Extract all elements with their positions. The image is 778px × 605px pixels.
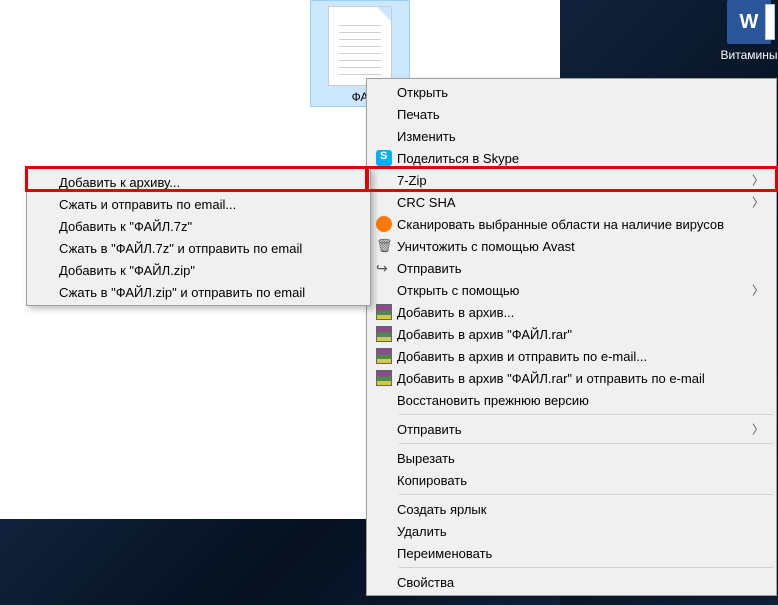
menu-properties[interactable]: Свойства — [369, 571, 774, 593]
chevron-right-icon: 〉 — [752, 421, 764, 438]
menu-delete[interactable]: Удалить — [369, 520, 774, 542]
desktop-file-word[interactable]: W Витамины — [720, 0, 778, 62]
submenu-compress-7z-email[interactable]: Сжать в "ФАЙЛ.7z" и отправить по email — [29, 237, 368, 259]
menu-scan[interactable]: Сканировать выбранные области на наличие… — [369, 213, 774, 235]
share-icon — [376, 260, 392, 276]
skype-icon — [376, 150, 392, 166]
text-file-icon — [328, 6, 392, 86]
trash-icon — [376, 238, 392, 254]
menu-avast-delete[interactable]: Уничтожить с помощью Avast — [369, 235, 774, 257]
winrar-icon — [376, 304, 392, 320]
menu-skype[interactable]: Поделиться в Skype — [369, 147, 774, 169]
menu-rename[interactable]: Переименовать — [369, 542, 774, 564]
word-icon: W — [727, 0, 771, 44]
submenu-compress-zip-email[interactable]: Сжать в "ФАЙЛ.zip" и отправить по email — [29, 281, 368, 303]
menu-rar-add[interactable]: Добавить в архив... — [369, 301, 774, 323]
chevron-right-icon: 〉 — [752, 282, 764, 299]
menu-rar-email[interactable]: Добавить в архив и отправить по e-mail..… — [369, 345, 774, 367]
menu-separator — [399, 494, 773, 495]
menu-7zip[interactable]: 7-Zip〉 — [369, 169, 774, 191]
submenu-add-zip[interactable]: Добавить к "ФАЙЛ.zip" — [29, 259, 368, 281]
context-menu: Открыть Печать Изменить Поделиться в Sky… — [366, 78, 777, 596]
menu-print[interactable]: Печать — [369, 103, 774, 125]
menu-rar-email-named[interactable]: Добавить в архив "ФАЙЛ.rar" и отправить … — [369, 367, 774, 389]
winrar-icon — [376, 348, 392, 364]
menu-edit[interactable]: Изменить — [369, 125, 774, 147]
menu-rar-add-named[interactable]: Добавить в архив "ФАЙЛ.rar" — [369, 323, 774, 345]
winrar-icon — [376, 370, 392, 386]
file-label: Витамины — [720, 48, 778, 62]
submenu-add-7z[interactable]: Добавить к "ФАЙЛ.7z" — [29, 215, 368, 237]
menu-restore[interactable]: Восстановить прежнюю версию — [369, 389, 774, 411]
submenu-add-archive[interactable]: Добавить к архиву... — [29, 171, 368, 193]
menu-open-with[interactable]: Открыть с помощью〉 — [369, 279, 774, 301]
menu-separator — [399, 567, 773, 568]
chevron-right-icon: 〉 — [752, 194, 764, 211]
submenu-7zip: Добавить к архиву... Сжать и отправить п… — [26, 168, 371, 306]
menu-copy[interactable]: Копировать — [369, 469, 774, 491]
menu-open[interactable]: Открыть — [369, 81, 774, 103]
menu-crc[interactable]: CRC SHA〉 — [369, 191, 774, 213]
menu-cut[interactable]: Вырезать — [369, 447, 774, 469]
chevron-right-icon: 〉 — [752, 172, 764, 189]
menu-send[interactable]: Отправить — [369, 257, 774, 279]
menu-separator — [399, 443, 773, 444]
menu-send-to[interactable]: Отправить〉 — [369, 418, 774, 440]
winrar-icon — [376, 326, 392, 342]
menu-separator — [399, 414, 773, 415]
submenu-compress-email[interactable]: Сжать и отправить по email... — [29, 193, 368, 215]
menu-shortcut[interactable]: Создать ярлык — [369, 498, 774, 520]
avast-icon — [376, 216, 392, 232]
